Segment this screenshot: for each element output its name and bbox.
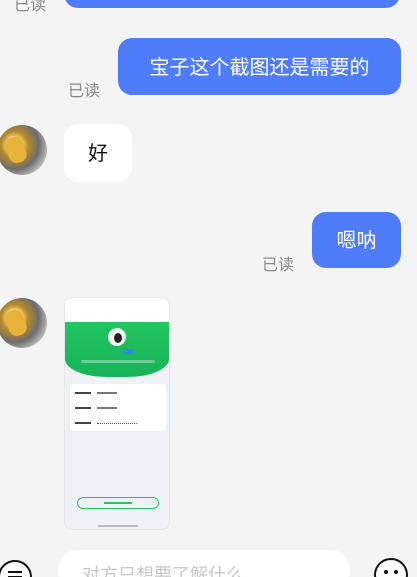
message-bubble-2[interactable]: 好 <box>64 124 132 182</box>
image-home-indicator <box>98 525 138 527</box>
message-bubble-1[interactable]: 宝子这个截图还是需要的 <box>118 38 401 95</box>
image-info-card <box>70 384 166 431</box>
image-badge <box>123 349 133 354</box>
image-green-button <box>77 497 159 509</box>
image-status-bar <box>65 298 169 308</box>
image-row <box>75 417 161 429</box>
image-row <box>75 402 161 414</box>
message-text-3: 嗯呐 <box>336 228 377 252</box>
screenshot-image[interactable] <box>64 297 170 530</box>
read-status-1: 已读 <box>68 81 101 100</box>
image-green-header <box>65 322 169 377</box>
input-placeholder: 对方只想要了解什么 <box>82 565 244 577</box>
menu-icon[interactable] <box>0 560 32 577</box>
message-bubble-3[interactable]: 嗯呐 <box>312 212 401 268</box>
read-status-3: 已读 <box>262 255 295 274</box>
message-input[interactable]: 对方只想要了解什么 <box>58 550 350 577</box>
contact-avatar[interactable] <box>0 125 47 175</box>
read-status-0: 已读 <box>14 0 47 14</box>
image-subtitle-line <box>81 360 155 363</box>
image-row <box>75 387 161 399</box>
contact-avatar[interactable] <box>0 298 47 348</box>
image-user-photo <box>108 328 126 346</box>
message-text-2: 好 <box>88 141 108 165</box>
emoji-icon[interactable] <box>374 558 408 577</box>
image-nav-bar <box>65 308 169 322</box>
message-text-1: 宝子这个截图还是需要的 <box>149 54 370 79</box>
chat-view: 已读 宝子这个截图还是需要的 已读 好 嗯呐 已读 对方只想要了解什么 <box>0 0 417 577</box>
message-bubble-0[interactable] <box>64 0 400 8</box>
